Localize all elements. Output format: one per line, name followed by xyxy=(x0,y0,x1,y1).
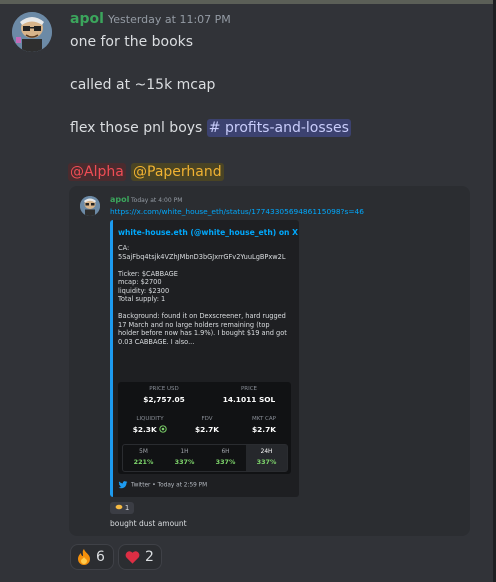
mktcap-value: $2.7K xyxy=(252,425,276,434)
embed-title[interactable]: white-house.eth (@white_house_eth) on X xyxy=(118,228,298,237)
reply-reaction[interactable]: 1 xyxy=(110,502,134,514)
mention-paperhand[interactable]: @Paperhand xyxy=(131,163,224,181)
liquidity-value: $2.3K xyxy=(122,425,178,434)
reaction-heart[interactable]: 2 xyxy=(118,544,162,570)
heart-icon xyxy=(125,551,140,564)
fdv-value: $2.7K xyxy=(195,425,219,434)
tab-24h[interactable]: 24H 337% xyxy=(246,445,287,471)
fire-icon xyxy=(78,549,90,565)
reply-author[interactable]: apol xyxy=(110,195,129,204)
price-usd-cell: PRICE USD $2,757.05 xyxy=(122,386,206,404)
fdv-label: FDV xyxy=(201,416,213,422)
mktcap-cell: MKT CAP $2.7K xyxy=(236,416,292,434)
reply-timestamp: Today at 4:00 PM xyxy=(131,197,183,204)
reaction-count: 6 xyxy=(96,549,105,565)
mention-alpha[interactable]: @Alpha xyxy=(68,163,126,181)
embed-footer: Twitter • Today at 2:59 PM xyxy=(118,481,207,489)
price-label: PRICE xyxy=(240,386,258,392)
channel-link[interactable]: # profits-and-losses xyxy=(206,119,351,137)
message-text: flex those pnl boys xyxy=(70,120,207,136)
tab-5m[interactable]: 5M 221% xyxy=(123,445,164,471)
liquidity-cell: LIQUIDITY $2.3K xyxy=(122,416,178,434)
lock-circle-icon xyxy=(159,425,167,433)
avatar[interactable] xyxy=(12,12,52,52)
embed-description: CA: 5SajFbq4tsjk4VZhJMbnD3bGJxrrGFv2YuuL… xyxy=(118,244,287,346)
reaction-count: 2 xyxy=(145,549,154,565)
price-usd-value: $2,757.05 xyxy=(143,395,185,404)
divider-top xyxy=(0,0,496,4)
price-usd-label: PRICE USD xyxy=(149,386,179,392)
tab-1h[interactable]: 1H 337% xyxy=(164,445,205,471)
price-value: 14.1011 SOL xyxy=(222,395,276,404)
reaction-fire[interactable]: 6 xyxy=(70,544,114,570)
message-line: one for the books xyxy=(70,34,194,50)
mktcap-label: MKT CAP xyxy=(252,416,276,422)
message-line: called at ~15k mcap xyxy=(70,77,216,93)
handshake-icon xyxy=(115,504,123,510)
twitter-icon xyxy=(118,481,128,489)
author-name[interactable]: apol xyxy=(70,11,104,27)
message-timestamp: Yesterday at 11:07 PM xyxy=(108,13,231,26)
tab-6h[interactable]: 6H 337% xyxy=(205,445,246,471)
reply-avatar[interactable] xyxy=(80,196,100,216)
fdv-cell: FDV $2.7K xyxy=(179,416,235,434)
price-cell: PRICE 14.1011 SOL xyxy=(207,386,291,404)
reply-text: bought dust amount xyxy=(110,519,187,528)
liquidity-label: LIQUIDITY xyxy=(136,416,164,422)
message-line: flex those pnl boys # profits-and-losses xyxy=(70,119,351,137)
tweet-link[interactable]: https://x.com/white_house_eth/status/177… xyxy=(110,207,364,216)
